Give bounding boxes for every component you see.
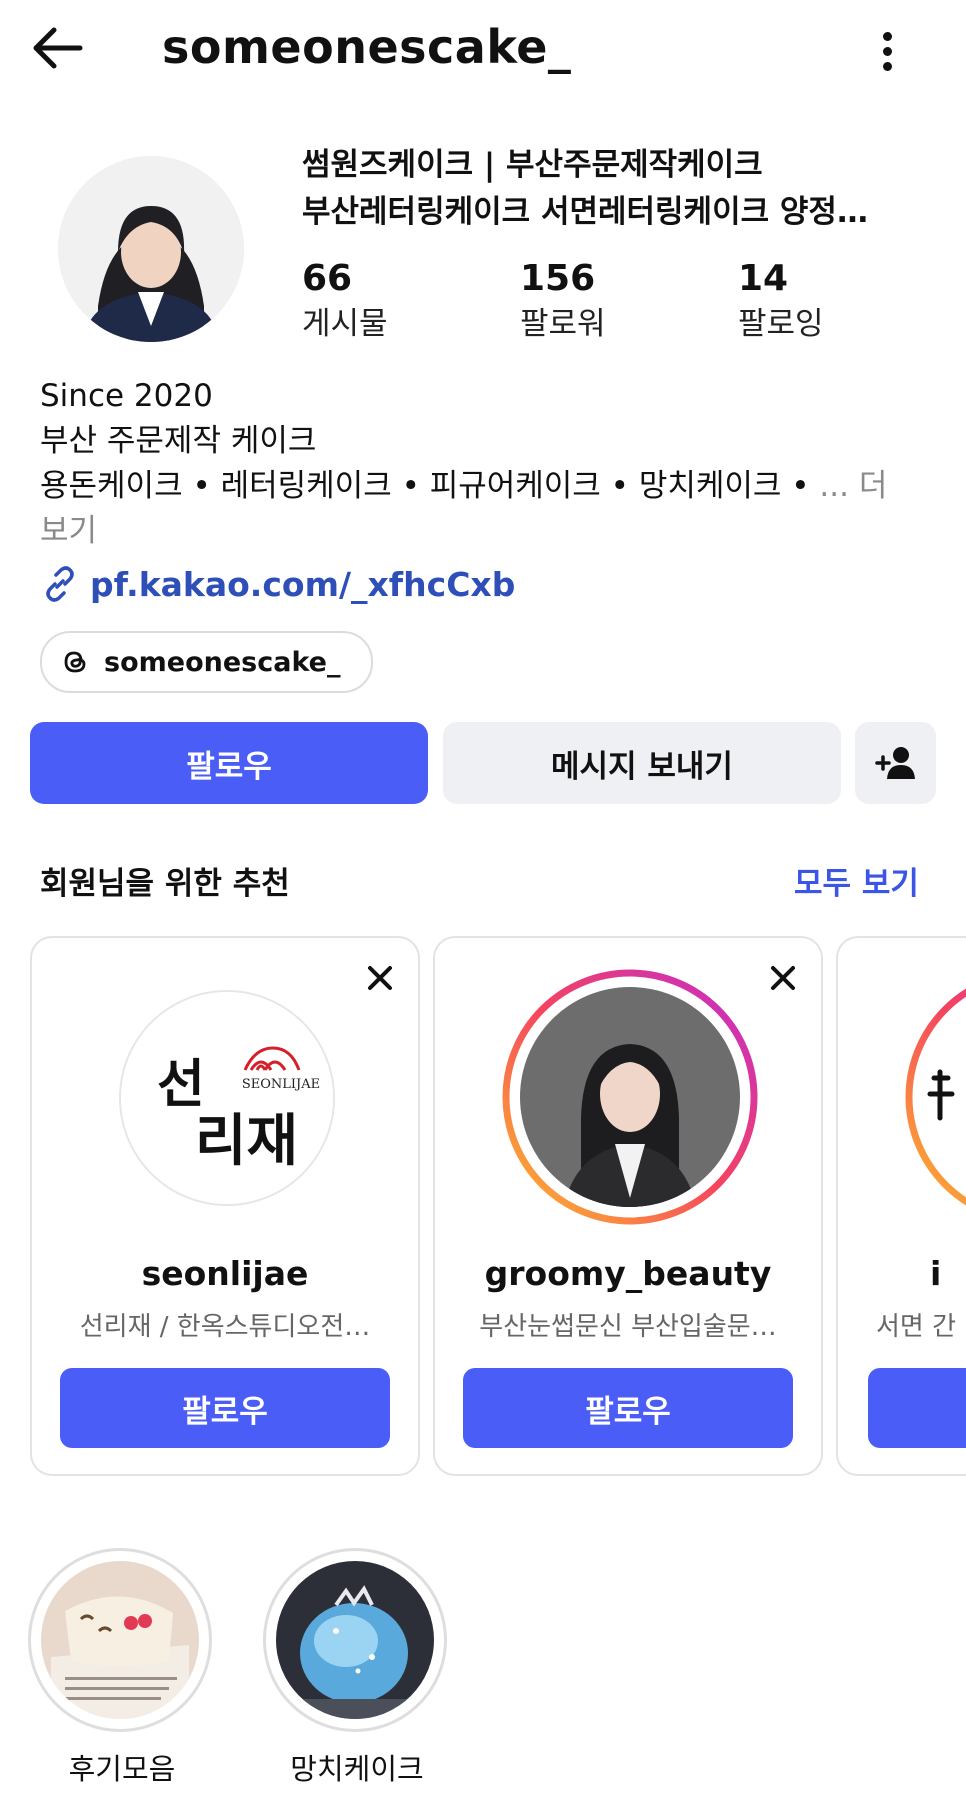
highlight-cover xyxy=(276,1561,434,1719)
stat-label: 팔로잉 xyxy=(738,306,824,342)
see-all-link[interactable]: 모두 보기 xyxy=(794,858,919,903)
more-dot-icon xyxy=(882,47,892,56)
suggestion-follow-button[interactable] xyxy=(868,1368,966,1448)
highlight-cover xyxy=(41,1561,199,1719)
message-button[interactable]: 메시지 보내기 xyxy=(443,722,841,804)
story-highlight[interactable]: 망치케이크 xyxy=(263,1548,451,1788)
stat-value: 66 xyxy=(302,258,353,299)
suggestion-follow-button[interactable]: 팔로우 xyxy=(60,1368,390,1448)
svg-text:SEONLIJAE: SEONLIJAE xyxy=(242,1077,320,1092)
cake-photo xyxy=(41,1561,199,1719)
add-person-icon xyxy=(874,747,915,779)
profile-link-text: pf.kakao.com/_xfhcCxb xyxy=(90,564,516,604)
more-dot-icon xyxy=(882,32,892,41)
suggestion-name: i xyxy=(930,1254,942,1293)
highlight-label: 망치케이크 xyxy=(290,1752,424,1786)
suggestion-avatar[interactable]: SEONLIJAE 선 리재 xyxy=(119,990,335,1206)
profile-username: someonescake_ xyxy=(162,20,572,74)
follow-button[interactable]: 팔로우 xyxy=(30,722,428,804)
back-button[interactable] xyxy=(28,22,94,82)
close-icon xyxy=(368,966,392,990)
display-name-line: 부산레터링케이크 서면레터링케이크 양정… xyxy=(302,194,868,230)
bio-line: Since 2020 xyxy=(40,378,213,414)
bio-line: 부산 주문제작 케이크 xyxy=(40,423,317,459)
stat-posts[interactable]: 66 게시물 xyxy=(302,256,482,346)
profile-bio: Since 2020 부산 주문제작 케이크 용돈케이크 • 레터링케이크 • … xyxy=(40,374,920,554)
arrow-left-icon xyxy=(33,27,83,69)
suggestion-card[interactable]: i 서면 간 xyxy=(836,936,966,1476)
profile-avatar[interactable] xyxy=(58,156,244,342)
suggestion-avatar[interactable] xyxy=(904,968,966,1226)
more-dot-icon xyxy=(882,62,892,71)
threads-icon xyxy=(64,651,86,673)
suggestion-subtitle: 서면 간 xyxy=(876,1312,957,1342)
avatar-image xyxy=(58,156,244,342)
stat-value: 156 xyxy=(520,258,596,299)
suggestion-subtitle: 부산눈썹문신 부산입술문… xyxy=(479,1312,777,1342)
suggestion-name: groomy_beauty xyxy=(484,1254,772,1293)
suggestion-name: seonlijae xyxy=(141,1254,309,1293)
stat-followers[interactable]: 156 팔로워 xyxy=(520,256,700,346)
bio-line: 용돈케이크 • 레터링케이크 • 피규어케이크 • 망치케이크 • ... 더 … xyxy=(40,464,920,554)
more-options-button[interactable] xyxy=(862,26,912,86)
suggestion-card[interactable]: SEONLIJAE 선 리재 seonlijae 선리재 / 한옥스튜디오전… … xyxy=(30,936,420,1476)
threads-handle: someonescake_ xyxy=(104,646,341,678)
highlight-ring xyxy=(263,1548,447,1732)
story-ring-avatar xyxy=(502,969,758,1225)
suggestions-title: 회원님을 위한 추천 xyxy=(40,866,290,902)
stat-following[interactable]: 14 팔로잉 xyxy=(738,256,918,346)
bio-line-text: 용돈케이크 • 레터링케이크 • 피규어케이크 • 망치케이크 • xyxy=(40,468,810,504)
stat-label: 팔로워 xyxy=(520,306,606,342)
profile-display-name: 썸원즈케이크 | 부산주문제작케이크 부산레터링케이크 서면레터링케이크 양정… xyxy=(302,142,922,236)
svg-text:리재: 리재 xyxy=(195,1108,298,1174)
suggestion-avatar[interactable] xyxy=(501,968,759,1226)
stat-value: 14 xyxy=(738,258,789,299)
cake-photo xyxy=(276,1561,434,1719)
suggestion-subtitle: 선리재 / 한옥스튜디오전… xyxy=(79,1312,371,1342)
svg-text:선: 선 xyxy=(157,1054,205,1115)
link-icon xyxy=(46,566,74,602)
highlight-ring xyxy=(28,1548,212,1732)
display-name-line: 썸원즈케이크 | 부산주문제작케이크 xyxy=(302,147,763,183)
close-icon xyxy=(771,966,795,990)
highlight-label: 후기모음 xyxy=(68,1752,176,1786)
threads-badge[interactable]: someonescake_ xyxy=(40,631,373,693)
dismiss-suggestion-button[interactable] xyxy=(763,958,803,998)
story-highlight[interactable]: 후기모음 xyxy=(28,1548,216,1788)
dismiss-suggestion-button[interactable] xyxy=(360,958,400,998)
stat-label: 게시물 xyxy=(302,306,388,342)
profile-link[interactable]: pf.kakao.com/_xfhcCxb xyxy=(40,564,515,604)
story-ring-avatar xyxy=(905,988,966,1206)
suggestion-card[interactable]: groomy_beauty 부산눈썹문신 부산입술문… 팔로우 xyxy=(433,936,823,1476)
suggest-users-button[interactable] xyxy=(855,722,936,804)
seonlijae-logo: SEONLIJAE 선 리재 xyxy=(121,992,333,1204)
suggestion-follow-button[interactable]: 팔로우 xyxy=(463,1368,793,1448)
